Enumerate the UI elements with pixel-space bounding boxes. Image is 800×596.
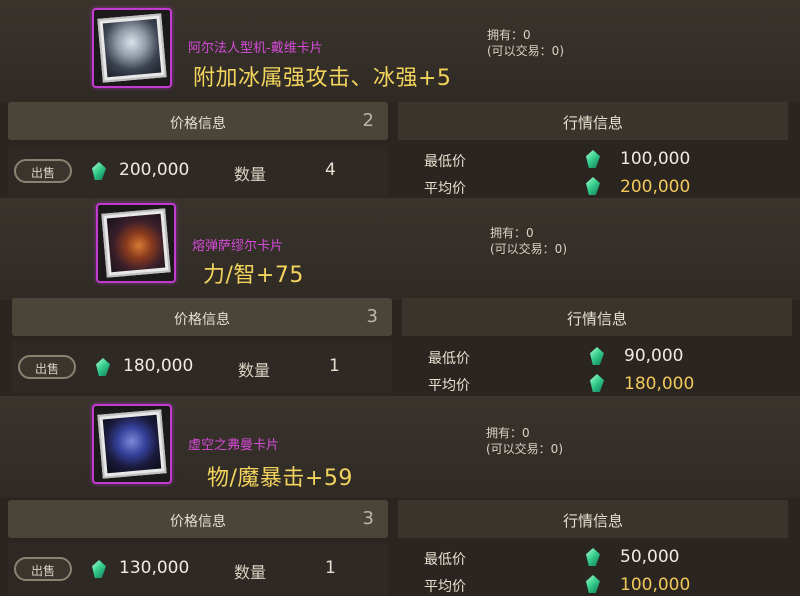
card-art-image [106,213,166,273]
sell-button[interactable]: 出售 [18,355,76,379]
gem-currency-icon [590,374,604,392]
card-listing: 虚空之弗曼卡片 物/魔暴击+59 拥有：0 (可以交易：0) 价格信息 3 出售… [0,396,800,595]
quantity-label: 数量 [234,165,267,184]
card-effect: 力/智+75 [203,263,304,288]
gem-currency-icon [96,358,110,376]
min-price-value: 90,000 [624,346,684,366]
avg-price-value: 200,000 [620,177,691,197]
sell-price: 180,000 [123,356,194,376]
tradable-count: (可以交易：0) [490,242,567,256]
owned-info: 拥有：0 (可以交易：0) [490,225,567,257]
sell-price: 200,000 [119,160,190,180]
min-price-label: 最低价 [428,351,470,367]
owned-info: 拥有：0 (可以交易：0) [487,27,564,59]
price-info-label: 价格信息 [170,514,226,530]
min-price-value: 50,000 [620,547,680,567]
card-listing: 阿尔法人型机-戴维卡片 附加冰属强攻击、冰强+5 拥有：0 (可以交易：0) 价… [0,0,800,198]
sell-button[interactable]: 出售 [14,557,72,581]
price-info-label: 价格信息 [170,116,226,132]
avg-price-label: 平均价 [428,378,470,394]
price-info-count: 3 [366,306,378,327]
card-name: 阿尔法人型机-戴维卡片 [188,41,323,56]
owned-count: 拥有：0 [487,28,531,42]
quantity-value: 1 [329,356,340,376]
card-art-image [102,18,162,78]
owned-info: 拥有：0 (可以交易：0) [486,425,563,457]
card-name: 熔弹萨缪尔卡片 [192,239,284,254]
gem-currency-icon [92,162,106,180]
tradable-count: (可以交易：0) [487,44,564,58]
quantity-value: 4 [325,160,336,180]
quantity-label: 数量 [234,563,267,582]
sell-price: 130,000 [119,558,190,578]
price-row: 出售 180,000 数量 1 [12,341,392,393]
card-listing: 熔弹萨缪尔卡片 力/智+75 拥有：0 (可以交易：0) 价格信息 3 出售 1… [0,198,800,396]
card-effect: 附加冰属强攻击、冰强+5 [193,66,452,91]
min-price-label: 最低价 [424,154,466,170]
price-info-header: 价格信息 3 [8,500,388,538]
price-row: 出售 200,000 数量 4 [8,145,388,197]
avg-price-label: 平均价 [424,181,466,197]
market-info-header: 行情信息 [402,298,792,336]
quantity-value: 1 [325,558,336,578]
price-info-count: 3 [362,508,374,529]
min-price-label: 最低价 [424,552,466,568]
price-info-header: 价格信息 3 [12,298,392,336]
gem-currency-icon [586,548,600,566]
tradable-count: (可以交易：0) [486,442,563,456]
avg-price-value: 100,000 [620,575,691,595]
gem-currency-icon [586,575,600,593]
sell-button[interactable]: 出售 [14,159,72,183]
card-icon[interactable] [92,404,172,484]
gem-currency-icon [586,177,600,195]
card-art-image [102,414,162,474]
card-icon[interactable] [96,203,176,283]
owned-count: 拥有：0 [486,426,530,440]
gem-currency-icon [590,347,604,365]
avg-price-label: 平均价 [424,579,466,595]
card-effect: 物/魔暴击+59 [207,466,353,491]
card-icon[interactable] [92,8,172,88]
price-info-header: 价格信息 2 [8,102,388,140]
card-name: 虚空之弗曼卡片 [188,438,280,453]
price-info-label: 价格信息 [174,312,230,328]
avg-price-value: 180,000 [624,374,695,394]
price-row: 出售 130,000 数量 1 [8,543,388,595]
market-info-label: 行情信息 [562,512,623,530]
quantity-label: 数量 [238,361,271,380]
market-info-label: 行情信息 [562,114,623,132]
min-price-value: 100,000 [620,149,691,169]
gem-currency-icon [586,150,600,168]
price-info-count: 2 [362,110,374,131]
market-info-header: 行情信息 [398,500,788,538]
owned-count: 拥有：0 [490,226,534,240]
gem-currency-icon [92,560,106,578]
market-info-header: 行情信息 [398,102,788,140]
market-info-label: 行情信息 [566,310,627,328]
